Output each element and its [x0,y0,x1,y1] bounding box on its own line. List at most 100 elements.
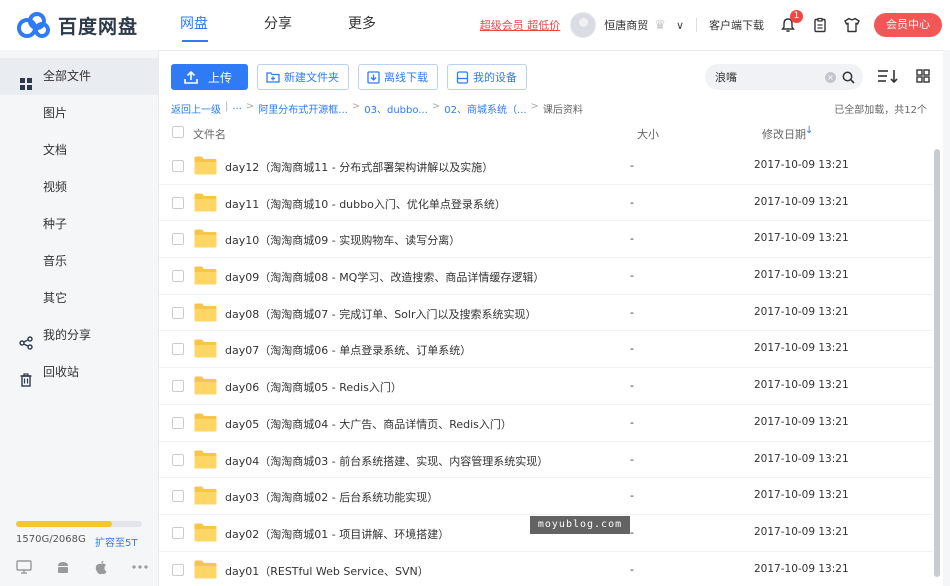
sidebar-item-8[interactable]: 回收站 [0,354,158,391]
clear-search-icon[interactable]: × [825,71,836,83]
top-header: 百度网盘 网盘 分享 更多 超级会员 超低价 恒唐商贸 ♛ ∨ 客户端下载 1 会员… [0,0,950,50]
column-modified-date[interactable]: 修改日期 [762,126,806,142]
sidebar-item-7[interactable]: 我的分享 [0,317,158,354]
row-checkbox[interactable] [172,380,184,393]
file-row[interactable]: day07（淘淘商城06 - 单点登录系统、订单系统） - 2017-10-09 1… [159,331,935,369]
upload-label: 上传 [208,70,233,85]
row-checkbox[interactable] [172,196,184,209]
sidebar-item-label: 其它 [43,291,68,305]
vip-promo-link[interactable]: 超级会员 超低价 [480,17,561,33]
breadcrumb: 返回上一级 | ... > 阿里分布式开源框... >03、dubbo... >02、商… [171,101,587,116]
file-row[interactable]: day09（淘淘商城08 - MQ学习、改造搜索、商品详情缓存逻辑） - 2017-… [159,258,935,295]
file-row[interactable]: day12（淘淘商城11 - 分布式部署架构讲解以及实施） - 2017-10-09… [159,148,935,185]
client-download-link[interactable]: 客户端下载 [709,17,764,33]
sidebar-item-1[interactable]: 图片 [0,95,158,132]
bell-icon[interactable]: 1 [778,10,803,35]
offline-download-label: 离线下载 [384,71,429,84]
scrollbar-thumb[interactable] [934,149,940,577]
share-icon [19,328,33,350]
nav-tab-1[interactable]: 分享 [264,0,348,50]
breadcrumb-item[interactable]: ... [232,101,242,115]
row-checkbox[interactable] [172,526,184,539]
breadcrumb-item[interactable]: 02、商城系统（... [444,101,526,116]
more-icon[interactable] [132,559,148,575]
row-checkbox[interactable] [172,490,184,503]
file-row[interactable]: day04（淘淘商城03 - 前台系统搭建、实现、内容管理系统实现） - 2017-… [159,442,935,479]
sidebar-item-3[interactable]: 视频 [0,169,158,206]
sidebar: 全部文件 图片 文档 视频 种子 音乐 其它 我的分享 回收站 1570G/2068G 扩容至5… [0,50,158,586]
file-name[interactable]: day03（淘淘商城02 - 后台系统功能实现） [225,489,438,505]
file-row[interactable]: day11（淘淘商城10 - dubbo入门、优化单点登录系统） - 2017-10… [159,185,935,222]
sidebar-item-5[interactable]: 音乐 [0,243,158,280]
sidebar-item-4[interactable]: 种子 [0,206,158,243]
file-row[interactable]: day06（淘淘商城05 - Redis入门） - 2017-10-09 13:21 [159,368,935,405]
new-folder-button[interactable]: 新建文件夹 [257,64,350,90]
row-checkbox[interactable] [172,343,184,356]
storage-quota-fill [16,521,112,527]
file-row[interactable]: day03（淘淘商城02 - 后台系统功能实现） - 2017-10-09 13:2… [159,478,935,515]
clipboard-icon[interactable] [810,15,830,35]
row-checkbox[interactable] [172,160,184,172]
search-icon[interactable] [842,71,855,84]
sidebar-item-6[interactable]: 其它 [0,280,158,317]
view-controls [877,68,950,86]
breadcrumb-back-link[interactable]: 返回上一级 [171,101,221,116]
tshirt-icon[interactable] [842,15,862,35]
row-checkbox[interactable] [172,306,184,319]
folder-icon [194,193,217,212]
divider [696,18,697,32]
row-checkbox[interactable] [172,416,184,429]
sidebar-item-label: 文档 [43,143,68,157]
upload-button[interactable]: 上传 [171,64,249,90]
file-name[interactable]: day06（淘淘商城05 - Redis入门） [225,379,402,395]
search-input[interactable] [715,70,825,84]
breadcrumb-separator: | [225,101,229,112]
loaded-count-info: 已全部加载，共12个 [834,105,927,116]
breadcrumb-item[interactable]: 阿里分布式开源框... [258,101,348,116]
file-name[interactable]: day12（淘淘商城11 - 分布式部署架构讲解以及实施） [225,159,493,175]
sidebar-item-2[interactable]: 文档 [0,132,158,169]
file-name[interactable]: day02（淘淘商城01 - 项目讲解、环境搭建） [225,526,449,542]
scrollbar[interactable] [933,149,941,585]
sidebar-item-0[interactable]: 全部文件 [0,58,158,95]
android-icon[interactable] [55,559,71,575]
baidu-netdisk-logo[interactable]: 百度网盘 [16,10,138,40]
file-row[interactable]: day01（RESTful Web Service、SVN） - 2017-10-0… [159,552,935,586]
row-checkbox[interactable] [172,563,184,576]
row-checkbox[interactable] [172,270,184,283]
chevron-down-icon[interactable]: ∨ [676,19,684,32]
file-name[interactable]: day10（淘淘商城09 - 实现购物车、读写分离） [225,232,460,248]
desktop-icon[interactable] [16,559,32,575]
avatar[interactable] [570,12,597,38]
row-checkbox[interactable] [172,233,184,246]
nav-tab-0[interactable]: 网盘 [180,0,264,50]
file-name[interactable]: day09（淘淘商城08 - MQ学习、改造搜索、商品详情缓存逻辑） [225,269,544,285]
file-name[interactable]: day04（淘淘商城03 - 前台系统搭建、实现、内容管理系统实现） [225,453,548,469]
file-name[interactable]: day01（RESTful Web Service、SVN） [225,563,429,579]
expand-storage-link[interactable]: 扩容至5T [95,534,137,549]
sort-desc-icon[interactable]: ↓ [805,125,813,136]
row-checkbox[interactable] [172,453,184,466]
username[interactable]: 恒唐商贸 [604,17,648,33]
file-name[interactable]: day08（淘淘商城07 - 完成订单、Solr入门以及搜索系统实现） [225,306,536,322]
file-browser: 上传 新建文件夹 离线下载 我的设备 × 返回上一级 | ...>阿里分布式开源… [158,50,943,586]
sort-list-icon[interactable] [877,68,899,86]
member-center-button[interactable]: 会员中心 [874,13,942,37]
file-row[interactable]: day05（淘淘商城04 - 大广告、商品详情页、Redis入门） - 2017-1… [159,405,935,442]
apple-icon[interactable] [93,559,109,575]
column-size[interactable]: 大小 [637,126,659,142]
column-filename[interactable]: 文件名 [193,126,226,142]
file-row[interactable]: day10（淘淘商城09 - 实现购物车、读写分离） - 2017-10-09 13… [159,221,935,259]
my-devices-button[interactable]: 我的设备 [447,64,528,90]
file-row[interactable]: day08（淘淘商城07 - 完成订单、Solr入门以及搜索系统实现） - 2017… [159,295,935,332]
file-name[interactable]: day11（淘淘商城10 - dubbo入门、优化单点登录系统） [225,196,506,212]
file-size: - [630,305,634,319]
nav-tab-2[interactable]: 更多 [348,0,432,50]
file-name[interactable]: day07（淘淘商城06 - 单点登录系统、订单系统） [225,342,471,358]
breadcrumb-item[interactable]: 03、dubbo... [364,101,428,116]
file-list-header: 文件名 大小 修改日期 ↓ [159,121,929,145]
select-all-checkbox[interactable] [172,126,184,138]
offline-download-button[interactable]: 离线下载 [358,64,439,90]
grid-view-icon[interactable] [915,68,937,86]
file-name[interactable]: day05（淘淘商城04 - 大广告、商品详情页、Redis入门） [225,416,512,432]
